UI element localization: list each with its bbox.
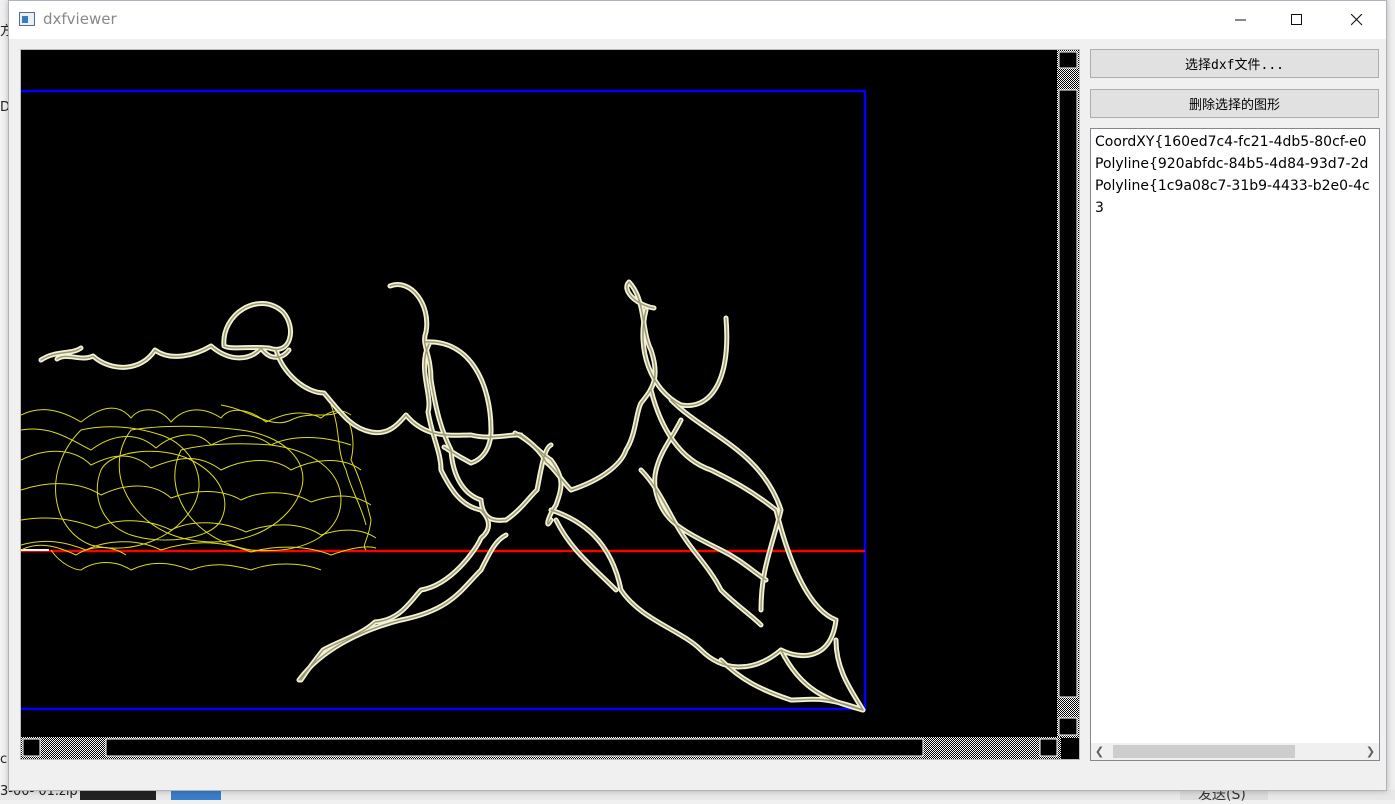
title-bar[interactable]: dxfviewer bbox=[9, 1, 1386, 39]
canvas-vertical-scrollbar[interactable] bbox=[1057, 50, 1079, 738]
list-item[interactable]: CoordXY{160ed7c4-fc21-4db5-80cf-e0 bbox=[1095, 131, 1367, 153]
maximize-button[interactable] bbox=[1269, 1, 1325, 39]
delete-selected-shape-button[interactable]: 删除选择的图形 bbox=[1090, 89, 1379, 118]
dxf-canvas[interactable] bbox=[20, 49, 1080, 760]
horizontal-scrollbar-graphic bbox=[21, 737, 1061, 759]
vertical-scrollbar-graphic bbox=[1057, 50, 1079, 738]
minimize-button[interactable] bbox=[1213, 1, 1269, 39]
close-button[interactable] bbox=[1329, 1, 1385, 39]
scroll-right-arrow-icon[interactable]: ❯ bbox=[1362, 743, 1379, 760]
minimize-icon bbox=[1235, 19, 1246, 21]
yellow-polyline-cluster bbox=[21, 404, 377, 571]
background-window-fragment bbox=[0, 40, 8, 800]
background-task-item bbox=[171, 790, 221, 800]
maximize-icon bbox=[1291, 14, 1302, 25]
list-item[interactable]: 3 bbox=[1095, 197, 1104, 219]
scroll-left-arrow-icon[interactable]: ❮ bbox=[1091, 743, 1108, 760]
background-task-item bbox=[80, 790, 156, 800]
window-title: dxfviewer bbox=[43, 10, 117, 28]
list-item[interactable]: Polyline{920abfdc-84b5-4d84-93d7-2d bbox=[1095, 153, 1368, 175]
entity-list[interactable]: CoordXY{160ed7c4-fc21-4db5-80cf-e0 Polyl… bbox=[1090, 128, 1380, 761]
background-text-fragment: c bbox=[0, 752, 8, 767]
list-item[interactable]: Polyline{1c9a08c7-31b9-4433-b2e0-4c bbox=[1095, 175, 1370, 197]
canvas-horizontal-scrollbar[interactable] bbox=[21, 737, 1061, 759]
drawing-boundary-frame bbox=[21, 89, 867, 711]
dxfviewer-window: dxfviewer 选择dxf文件... 删除选择的图形 CoordXY{160… bbox=[8, 0, 1387, 791]
select-dxf-file-button[interactable]: 选择dxf文件... bbox=[1090, 49, 1379, 78]
list-horizontal-scrollbar[interactable]: ❮ ❯ bbox=[1091, 743, 1379, 760]
app-window-icon bbox=[19, 12, 35, 26]
polyline-shape bbox=[40, 281, 864, 711]
scrollbar-thumb[interactable] bbox=[1113, 745, 1295, 758]
drawing-svg bbox=[21, 89, 867, 759]
close-icon bbox=[1351, 14, 1363, 26]
